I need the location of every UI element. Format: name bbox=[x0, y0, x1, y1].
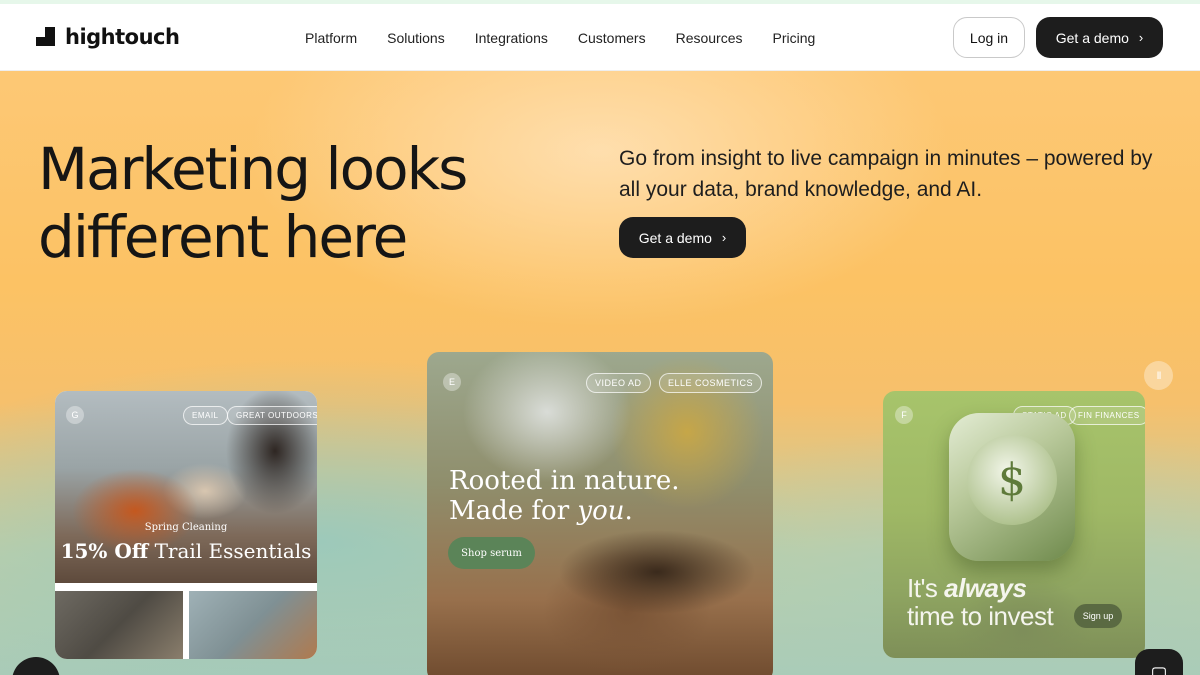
ad-headline-line-1: It's always bbox=[907, 573, 1027, 604]
sign-up-button[interactable]: Sign up bbox=[1074, 604, 1122, 628]
nav-item-platform[interactable]: Platform bbox=[305, 30, 357, 46]
line2-prefix: Made for bbox=[449, 496, 578, 526]
static-ad-card[interactable]: F STATIC AD FIN FINANCES $ It's always t… bbox=[883, 391, 1145, 658]
clock-illustration: $ bbox=[949, 413, 1075, 561]
brand-logo[interactable]: hightouch bbox=[36, 23, 180, 51]
promo-product: Trail Essentials bbox=[148, 539, 312, 563]
chevron-right-icon: › bbox=[721, 230, 727, 245]
shop-serum-button[interactable]: Shop serum bbox=[448, 537, 535, 569]
cookie-settings-icon[interactable]: ◐ bbox=[12, 657, 60, 675]
brand-name: hightouch bbox=[65, 25, 180, 49]
nav-item-pricing[interactable]: Pricing bbox=[773, 30, 816, 46]
hero-cta-label: Get a demo bbox=[638, 229, 712, 246]
line1-prefix: It's bbox=[907, 573, 945, 603]
headline-line-1: Marketing looks bbox=[38, 135, 468, 203]
tag-channel: VIDEO AD bbox=[586, 373, 651, 393]
top-navigation: hightouch Platform Solutions Integration… bbox=[0, 4, 1200, 71]
get-demo-button-hero[interactable]: Get a demo › bbox=[619, 217, 746, 258]
pause-icon: II bbox=[1156, 369, 1161, 382]
ad-headline-line-1: Rooted in nature. bbox=[449, 466, 680, 496]
promo-eyebrow: Spring Cleaning bbox=[144, 522, 228, 533]
card-avatar: E bbox=[443, 373, 461, 391]
main-menu: Platform Solutions Integrations Customer… bbox=[290, 4, 830, 71]
tag-channel: EMAIL bbox=[183, 406, 228, 425]
line1-italic: always bbox=[944, 573, 1027, 603]
tag-brand: ELLE COSMETICS bbox=[659, 373, 763, 393]
card-avatar: F bbox=[895, 406, 913, 424]
email-campaign-card[interactable]: G EMAIL GREAT OUTDOORS Spring Cleaning 1… bbox=[55, 391, 317, 659]
promo-headline: 15% Off Trail Essentials bbox=[55, 539, 317, 563]
carousel-pause-button[interactable]: II bbox=[1144, 361, 1173, 390]
login-button[interactable]: Log in bbox=[953, 17, 1025, 58]
line2-italic: you bbox=[577, 496, 625, 526]
nav-item-solutions[interactable]: Solutions bbox=[387, 30, 445, 46]
ad-headline-line-2: time to invest bbox=[907, 601, 1054, 631]
ad-headline-line-2: Made for you. bbox=[449, 496, 633, 526]
tag-brand: FIN FINANCES bbox=[1069, 406, 1145, 425]
hero-subhead: Go from insight to live campaign in minu… bbox=[619, 147, 1153, 201]
nav-item-resources[interactable]: Resources bbox=[676, 30, 743, 46]
chevron-right-icon: › bbox=[1138, 30, 1144, 45]
video-ad-card[interactable]: E VIDEO AD ELLE COSMETICS Rooted in natu… bbox=[427, 352, 773, 675]
get-demo-label: Get a demo bbox=[1055, 29, 1129, 46]
product-thumbnail-1 bbox=[55, 591, 183, 659]
get-demo-button-header[interactable]: Get a demo › bbox=[1036, 17, 1163, 58]
nav-item-customers[interactable]: Customers bbox=[578, 30, 646, 46]
tag-brand: GREAT OUTDOORS bbox=[227, 406, 317, 425]
chat-widget-icon[interactable]: ▢ bbox=[1135, 649, 1183, 675]
hero-headline: Marketing looks different here bbox=[38, 135, 468, 271]
login-button-label: Log in bbox=[969, 29, 1009, 46]
card-avatar: G bbox=[66, 406, 84, 424]
hero-section: Marketing looks different here Go from i… bbox=[0, 71, 1200, 675]
line2-suffix: . bbox=[624, 496, 633, 526]
dollar-icon: $ bbox=[967, 435, 1057, 525]
headline-line-2: different here bbox=[38, 203, 408, 271]
product-thumbnail-2 bbox=[189, 591, 317, 659]
nav-item-integrations[interactable]: Integrations bbox=[475, 30, 548, 46]
promo-discount: 15% Off bbox=[60, 539, 149, 563]
logo-mark-icon bbox=[36, 27, 58, 47]
